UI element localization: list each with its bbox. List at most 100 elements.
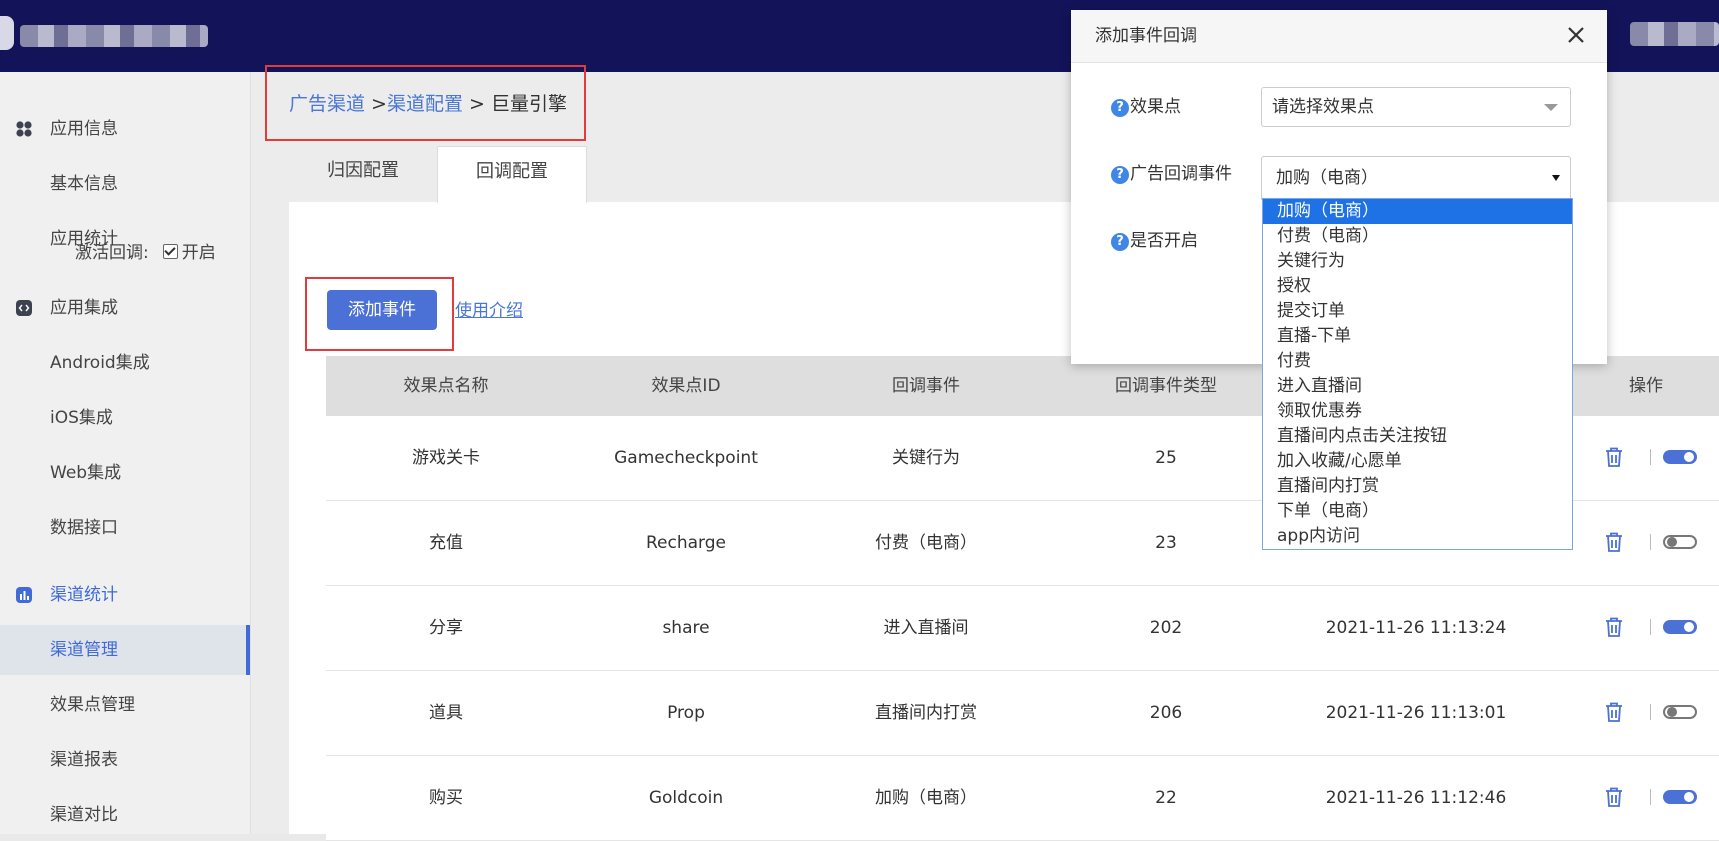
dropdown-option[interactable]: 加入收藏/心愿单 (1263, 449, 1572, 474)
dropdown-option[interactable]: 关键行为 (1263, 249, 1572, 274)
action-divider (1650, 534, 1651, 550)
cell-name: 游戏关卡 (412, 448, 480, 468)
sidebar-item-label: 渠道报表 (50, 750, 118, 770)
dropdown-option[interactable]: app内访问 (1263, 524, 1572, 549)
toggle-knob (1684, 622, 1694, 632)
table-row: 道具 Prop 直播间内打赏 206 2021-11-26 11:13:01 (326, 671, 1719, 756)
sidebar-item-label: iOS集成 (50, 408, 113, 428)
sidebar-item-basic-info[interactable]: 基本信息 (0, 159, 250, 209)
dropdown-option[interactable]: 领取优惠券 (1263, 399, 1572, 424)
enabled-label: 是否开启 (1130, 231, 1198, 251)
close-icon[interactable] (1565, 24, 1587, 46)
help-icon[interactable]: ? (1111, 99, 1129, 117)
dialog-header: 添加事件回调 (1071, 10, 1607, 63)
sidebar-item-channel-management[interactable]: 渠道管理 (0, 625, 250, 675)
sidebar-item-web[interactable]: Web集成 (0, 448, 250, 498)
column-header-name: 效果点名称 (403, 376, 489, 396)
enable-toggle[interactable] (1663, 705, 1697, 719)
action-divider (1650, 619, 1651, 635)
dropdown-option[interactable]: 直播-下单 (1263, 324, 1572, 349)
delete-icon[interactable] (1604, 531, 1624, 553)
dropdown-option[interactable]: 提交订单 (1263, 299, 1572, 324)
usage-guide-link[interactable]: 使用介绍 (455, 296, 523, 321)
sidebar-item-label: Android集成 (50, 353, 150, 373)
sidebar-item-channel-compare[interactable]: 渠道对比 (0, 790, 250, 840)
delete-icon[interactable] (1604, 786, 1624, 808)
cell-event-type: 23 (1155, 533, 1177, 553)
breadcrumb-highlight-box (265, 65, 586, 141)
code-icon (16, 300, 32, 316)
delete-icon[interactable] (1604, 446, 1624, 468)
enable-toggle[interactable] (1663, 620, 1697, 634)
toggle-knob (1667, 537, 1677, 547)
dropdown-option[interactable]: 直播间内点击关注按钮 (1263, 424, 1572, 449)
callback-event-label: 广告回调事件 (1130, 164, 1232, 184)
callback-event-select[interactable]: 加购（电商） (1261, 156, 1571, 200)
toggle-knob (1667, 707, 1677, 717)
sidebar-item-effect-point-management[interactable]: 效果点管理 (0, 680, 250, 730)
cell-name: 购买 (429, 788, 463, 808)
sidebar-group-app-integration[interactable]: 应用集成 (0, 283, 250, 333)
sidebar-item-label: 渠道管理 (50, 640, 118, 660)
sidebar-item-android[interactable]: Android集成 (0, 338, 250, 388)
cell-id: Gamecheckpoint (614, 448, 758, 468)
cell-id: Goldcoin (648, 788, 724, 808)
bar-chart-icon (16, 587, 32, 603)
add-event-highlight-box (305, 277, 454, 351)
enable-toggle[interactable] (1663, 450, 1697, 464)
help-icon[interactable]: ? (1111, 166, 1129, 184)
sidebar-group-channel-stats[interactable]: 渠道统计 (0, 570, 250, 620)
caret-down-icon (1552, 175, 1560, 181)
activation-callback-row: 激活回调: 开启 (75, 238, 216, 263)
cell-event: 直播间内打赏 (875, 703, 977, 723)
sidebar-item-channel-report[interactable]: 渠道报表 (0, 735, 250, 785)
chevron-down-icon (1544, 104, 1558, 111)
tab-callback-config[interactable]: 回调配置 (437, 146, 587, 203)
app-name-blurred (20, 25, 208, 47)
sidebar-item-label: Web集成 (50, 463, 122, 483)
activation-checkbox[interactable] (162, 244, 178, 259)
cell-event-type: 22 (1155, 788, 1177, 808)
effect-point-label-row: ? 效果点 (1111, 94, 1181, 120)
cell-time: 2021-11-26 11:12:46 (1325, 788, 1507, 808)
help-icon[interactable]: ? (1111, 233, 1129, 251)
cell-id: share (662, 618, 710, 638)
dialog-title: 添加事件回调 (1095, 26, 1197, 46)
table-row: 购买 Goldcoin 加购（电商） 22 2021-11-26 11:12:4… (326, 756, 1719, 841)
sidebar-group-app-info[interactable]: 应用信息 (0, 104, 250, 154)
dropdown-option[interactable]: 下单（电商） (1263, 499, 1572, 524)
dropdown-option[interactable]: 加购（电商） (1263, 199, 1572, 224)
dropdown-option[interactable]: 付费 (1263, 349, 1572, 374)
dropdown-option[interactable]: 授权 (1263, 274, 1572, 299)
callback-event-dropdown-list: 加购（电商） 付费（电商） 关键行为 授权 提交订单 直播-下单 付费 进入直播… (1262, 198, 1573, 550)
dropdown-option[interactable]: 直播间内打赏 (1263, 474, 1572, 499)
sidebar-item-data-api[interactable]: 数据接口 (0, 503, 250, 553)
cell-time: 2021-11-26 11:13:01 (1325, 703, 1507, 723)
callback-event-value: 加购（电商） (1276, 168, 1378, 188)
dropdown-option[interactable]: 进入直播间 (1263, 374, 1572, 399)
enable-toggle[interactable] (1663, 790, 1697, 804)
delete-icon[interactable] (1604, 701, 1624, 723)
cell-event: 关键行为 (892, 448, 960, 468)
cell-id: Prop (667, 703, 705, 723)
action-divider (1650, 789, 1651, 805)
sidebar-item-ios[interactable]: iOS集成 (0, 393, 250, 443)
column-header-event-type: 回调事件类型 (1115, 376, 1217, 396)
column-header-event: 回调事件 (892, 376, 960, 396)
sidebar-item-label: 效果点管理 (50, 695, 135, 715)
enable-toggle[interactable] (1663, 535, 1697, 549)
effect-point-select[interactable]: 请选择效果点 (1261, 87, 1571, 127)
sidebar-item-label: 基本信息 (50, 174, 118, 194)
tab-attribution-config[interactable]: 归因配置 (289, 146, 437, 202)
column-header-id: 效果点ID (651, 376, 721, 396)
cell-name: 充值 (429, 533, 463, 553)
activation-callback-label: 激活回调: (75, 243, 149, 263)
sidebar-group-label: 渠道统计 (50, 585, 118, 605)
delete-icon[interactable] (1604, 616, 1624, 638)
activation-checkbox-label[interactable]: 开启 (182, 243, 216, 263)
cell-event: 进入直播间 (883, 618, 969, 638)
table-row: 分享 share 进入直播间 202 2021-11-26 11:13:24 (326, 586, 1719, 671)
effect-point-placeholder: 请选择效果点 (1272, 97, 1374, 117)
cell-event-type: 206 (1149, 703, 1183, 723)
dropdown-option[interactable]: 付费（电商） (1263, 224, 1572, 249)
